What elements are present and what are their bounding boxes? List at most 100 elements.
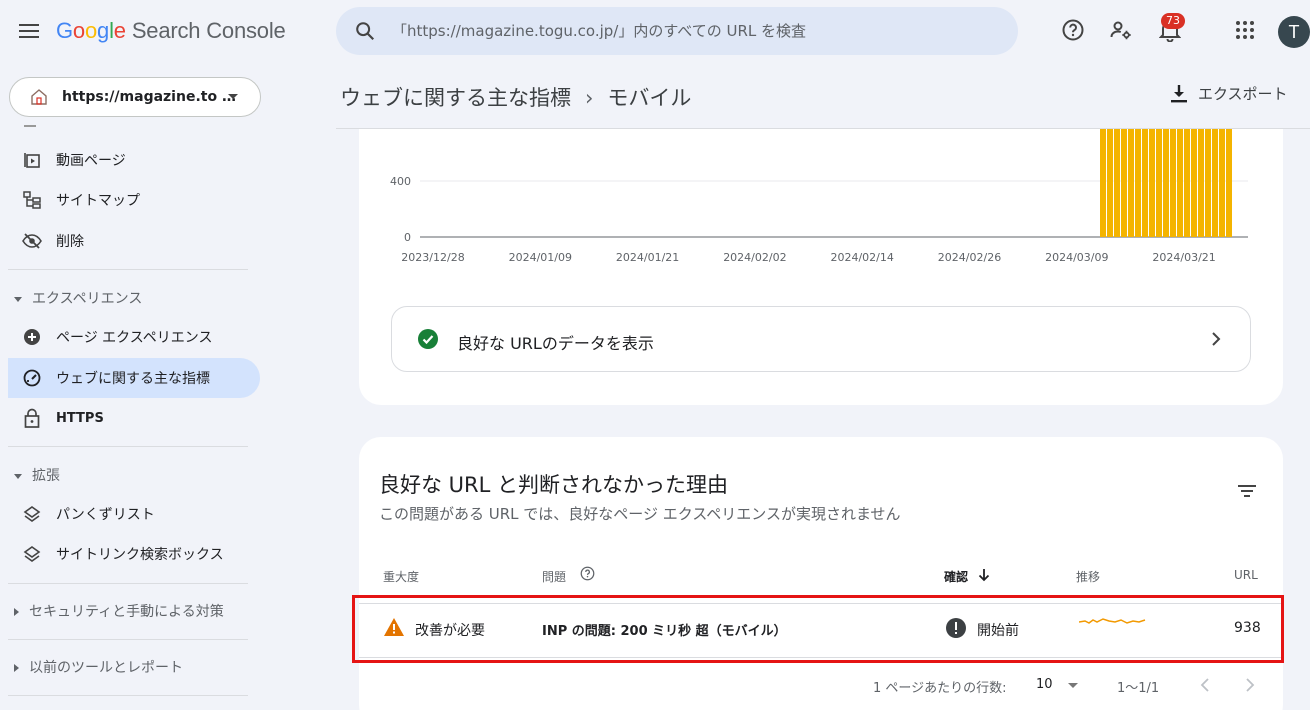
check-circle-icon xyxy=(418,329,438,349)
sidebar-section-experience[interactable]: エクスペリエンス xyxy=(14,288,142,308)
logo-letter: g xyxy=(97,18,110,43)
x-tick-label: 2024/01/09 xyxy=(509,251,572,264)
notification-count-badge: 73 xyxy=(1161,13,1185,29)
download-icon xyxy=(1171,84,1187,102)
sidebar-item-core-web-vitals[interactable]: ウェブに関する主な指標 xyxy=(8,358,260,398)
sidebar-divider xyxy=(8,639,248,640)
view-good-urls-link[interactable]: 良好な URLのデータを表示 xyxy=(391,306,1251,372)
property-selector[interactable]: https://magazine.to … xyxy=(9,77,261,117)
sidebar-item-label: HTTPS xyxy=(56,410,104,426)
sidebar-item-label: ページ エクスペリエンス xyxy=(56,330,213,346)
pagination-range: 1〜1/1 xyxy=(1117,681,1160,696)
sidebar-item-video-pages[interactable]: 動画ページ xyxy=(8,140,260,180)
user-settings-button[interactable] xyxy=(1107,16,1135,44)
apps-button[interactable] xyxy=(1231,16,1259,44)
layers-icon xyxy=(23,546,41,562)
issues-subtitle: この問題がある URL では、良好なページ エクスペリエンスが実現されません xyxy=(379,505,901,523)
person-gear-icon xyxy=(1110,21,1131,40)
hamburger-icon xyxy=(19,24,39,38)
sidebar-divider xyxy=(8,446,248,447)
section-label: 以前のツールとレポート xyxy=(29,660,183,676)
sidebar-item-sitemaps[interactable]: サイトマップ xyxy=(8,180,260,220)
column-header-severity[interactable]: 重大度 xyxy=(383,568,419,585)
sidebar-item-page-experience[interactable]: ページ エクスペリエンス xyxy=(8,317,260,357)
section-label: セキュリティと手動による対策 xyxy=(29,604,224,620)
page-header: ウェブに関する主な指標 › モバイル エクスポート xyxy=(336,64,1310,128)
plus-circle-icon xyxy=(24,329,40,345)
sidebar-item-label: パンくずリスト xyxy=(56,507,155,523)
search-console-logo[interactable]: Google Search Console xyxy=(56,18,286,44)
chevron-down-icon xyxy=(228,94,238,99)
sidebar-divider xyxy=(8,269,248,270)
x-tick-label: 2024/03/09 xyxy=(1045,251,1108,264)
export-button[interactable]: エクスポート xyxy=(1170,83,1288,104)
sidebar-section-enhancements[interactable]: 拡張 xyxy=(14,465,60,485)
top-bar: GoogleSearch Console 73 T xyxy=(0,0,1310,64)
chevron-right-icon xyxy=(1212,332,1221,346)
sidebar-item-label: サイトマップ xyxy=(56,193,140,209)
sidebar-item-sitelinks-searchbox[interactable]: サイトリンク検索ボックス xyxy=(8,534,260,574)
property-url: https://magazine.to … xyxy=(62,89,236,105)
search-icon[interactable] xyxy=(354,20,376,42)
section-label: エクスペリエンス xyxy=(32,291,143,307)
sidebar-item-removals[interactable]: 削除 xyxy=(8,221,260,261)
sidebar-item-label: 削除 xyxy=(56,234,84,250)
header-divider xyxy=(336,128,1310,129)
lock-icon xyxy=(24,408,40,428)
filter-icon[interactable] xyxy=(1237,483,1257,499)
column-header-urls[interactable]: URL xyxy=(1234,568,1258,582)
url-inspection-input[interactable] xyxy=(392,7,992,55)
help-icon xyxy=(1062,19,1084,41)
layers-icon xyxy=(23,506,41,522)
chevron-down-icon[interactable] xyxy=(1068,683,1078,688)
scroll-indicator xyxy=(24,125,36,127)
issues-card: 良好な URL と判断されなかった理由 この問題がある URL では、良好なペー… xyxy=(359,437,1283,710)
y-tick-label: 400 xyxy=(390,175,411,188)
x-tick-label: 2024/01/21 xyxy=(616,251,679,264)
breadcrumb-parent[interactable]: ウェブに関する主な指標 xyxy=(340,86,571,110)
export-label: エクスポート xyxy=(1198,85,1288,103)
gauge-icon xyxy=(23,369,41,387)
logo-letter: o xyxy=(84,18,98,43)
sidebar-item-https[interactable]: HTTPS xyxy=(8,398,260,438)
sidebar-divider xyxy=(8,583,248,584)
sidebar-section-security[interactable]: セキュリティと手動による対策 xyxy=(14,601,224,621)
sidebar-item-breadcrumbs[interactable]: パンくずリスト xyxy=(8,494,260,534)
rows-per-page-label: 1 ページあたりの行数: xyxy=(873,681,1007,696)
sidebar-item-label: 動画ページ xyxy=(56,153,126,169)
caret-right-icon xyxy=(14,608,19,616)
video-page-icon xyxy=(24,153,40,168)
sidebar-divider xyxy=(8,695,248,696)
caret-down-icon xyxy=(14,296,22,302)
caret-right-icon xyxy=(14,664,19,672)
breadcrumb: ウェブに関する主な指標 › モバイル xyxy=(340,82,691,112)
help-icon[interactable] xyxy=(580,566,595,581)
issues-title: 良好な URL と判断されなかった理由 xyxy=(379,473,729,497)
home-icon xyxy=(31,89,47,105)
x-tick-label: 2024/02/26 xyxy=(938,251,1001,264)
y-tick-label: 0 xyxy=(404,231,411,244)
arrow-down-icon[interactable] xyxy=(978,568,990,582)
sidebar-item-label: ウェブに関する主な指標 xyxy=(56,371,210,387)
rows-per-page-select[interactable]: 10 xyxy=(1036,677,1053,692)
column-header-trend: 推移 xyxy=(1076,570,1101,584)
breadcrumb-current: モバイル xyxy=(607,86,692,110)
next-page-icon[interactable] xyxy=(1244,677,1256,693)
section-label: 拡張 xyxy=(32,468,60,484)
previous-page-icon[interactable] xyxy=(1199,677,1211,693)
product-name: Search Console xyxy=(131,18,286,43)
highlight-box xyxy=(352,595,1284,663)
sidebar-section-legacy-tools[interactable]: 以前のツールとレポート xyxy=(14,657,183,677)
chart-card: 0 400 2023/12/28 2024/01/09 2024/01/21 2024/0… xyxy=(359,100,1283,405)
logo-letter: e xyxy=(113,18,126,43)
chevron-right-icon: › xyxy=(585,86,594,110)
logo-letter: G xyxy=(56,18,73,43)
main-menu-button[interactable] xyxy=(12,14,46,48)
x-tick-label: 2023/12/28 xyxy=(401,251,464,264)
account-avatar[interactable]: T xyxy=(1278,16,1310,48)
column-header-issue[interactable]: 問題 xyxy=(542,568,566,585)
sitemap-icon xyxy=(23,191,41,209)
x-tick-label: 2024/02/02 xyxy=(723,251,786,264)
column-header-validation[interactable]: 確認 xyxy=(944,568,968,585)
help-button[interactable] xyxy=(1059,16,1087,44)
